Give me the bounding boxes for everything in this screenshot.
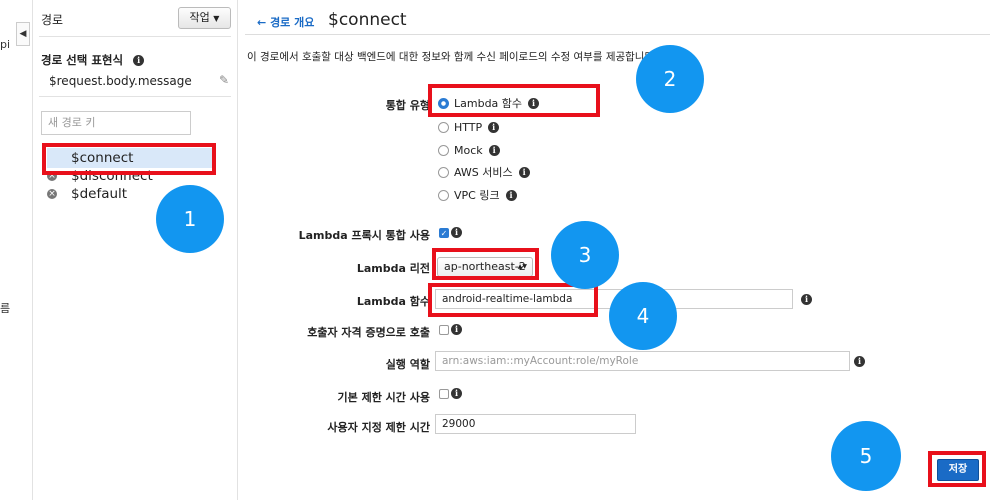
custom-timeout-input[interactable]: 29000 (435, 414, 636, 434)
sidebar-title: 경로 (41, 13, 64, 27)
integration-type-label: 통합 유형 (385, 99, 430, 112)
info-icon[interactable]: i (451, 388, 462, 399)
select-arrows-icon: ▲▼ (517, 263, 527, 270)
info-icon[interactable]: i (133, 55, 145, 66)
routes-sidebar: 경로 작업 ▼ 경로 선택 표현식 i $request.body.messag… (32, 0, 238, 500)
radio-button[interactable] (438, 189, 449, 201)
radio-http[interactable]: HTTP i (438, 119, 500, 135)
caret-down-icon: ▼ (213, 14, 220, 23)
route-item-default[interactable]: × $default (47, 184, 127, 204)
route-description: 이 경로에서 호출할 대상 백엔드에 대한 정보와 함께 수신 페이로드의 수정… (247, 51, 658, 63)
divider (39, 36, 231, 37)
lambda-region-label: Lambda 리전 (356, 262, 430, 275)
collapse-sidebar-button[interactable]: ◀ (16, 22, 30, 46)
route-detail-panel: ← 경로 개요 $connect 이 경로에서 호출할 대상 백엔드에 대한 정… (240, 0, 990, 500)
route-expression-value: $request.body.message (49, 74, 192, 88)
info-icon[interactable]: i (518, 166, 530, 178)
route-expression-label-text: 경로 선택 표현식 (41, 53, 124, 67)
info-icon[interactable]: i (528, 97, 540, 109)
radio-label: Lambda 함수 (454, 97, 523, 110)
remove-route-icon[interactable]: × (47, 171, 57, 181)
save-button[interactable]: 저장 (937, 459, 979, 481)
info-icon[interactable]: i (488, 121, 500, 133)
route-item-disconnect[interactable]: × $disconnect (47, 166, 153, 186)
radio-lambda-function[interactable]: Lambda 함수 i (438, 95, 540, 111)
left-panel-edge: pi 름 (0, 0, 16, 500)
info-icon[interactable]: i (505, 189, 517, 201)
info-icon[interactable]: i (451, 227, 462, 238)
lambda-proxy-label: Lambda 프록시 통합 사용 (298, 229, 430, 242)
radio-button[interactable] (438, 166, 449, 178)
arrow-left-icon: ← (257, 16, 267, 29)
radio-button[interactable] (438, 121, 449, 133)
actions-dropdown-button[interactable]: 작업 ▼ (178, 7, 231, 29)
caller-credentials-label: 호출자 자격 증명으로 호출 (307, 326, 430, 339)
radio-label: Mock (454, 143, 483, 157)
lambda-proxy-checkbox[interactable]: ✓ (439, 228, 449, 238)
new-route-key-input[interactable]: 새 경로 키 (41, 111, 191, 135)
info-icon[interactable]: i (488, 144, 500, 156)
left-panel-text-fragment: pi (0, 38, 11, 51)
default-timeout-label: 기본 제한 시간 사용 (337, 391, 430, 404)
route-label: $default (71, 186, 128, 202)
remove-route-icon[interactable]: × (47, 189, 57, 199)
custom-timeout-label: 사용자 지정 제한 시간 (327, 421, 430, 434)
pencil-edit-icon[interactable]: ✎ (219, 73, 229, 87)
radio-mock[interactable]: Mock i (438, 142, 500, 158)
caller-credentials-checkbox[interactable] (439, 325, 449, 335)
radio-vpc-link[interactable]: VPC 링크 i (438, 187, 517, 203)
radio-button-checked[interactable] (438, 97, 449, 109)
info-icon[interactable]: i (451, 324, 462, 335)
left-panel-text-fragment: 름 (0, 302, 11, 315)
radio-label: VPC 링크 (454, 189, 500, 202)
lambda-function-input[interactable]: android-realtime-lambda (435, 289, 793, 309)
info-icon[interactable]: i (801, 294, 812, 305)
chevron-left-icon: ◀ (19, 29, 27, 39)
actions-label: 작업 (189, 11, 210, 24)
divider (245, 34, 990, 35)
back-to-routes-link[interactable]: ← 경로 개요 (257, 14, 314, 30)
lambda-function-label: Lambda 함수 (356, 295, 430, 308)
info-icon[interactable]: i (854, 356, 865, 367)
default-timeout-checkbox[interactable] (439, 389, 449, 399)
route-label: $disconnect (71, 168, 153, 184)
back-link-label: 경로 개요 (270, 16, 315, 29)
page-title: $connect (328, 10, 407, 30)
selected-region: ap-northeast-2 (444, 260, 526, 273)
radio-label: HTTP (454, 120, 483, 134)
route-expression-label: 경로 선택 표현식 i (41, 52, 145, 68)
radio-aws-service[interactable]: AWS 서비스 i (438, 164, 530, 180)
execution-role-input[interactable]: arn:aws:iam::myAccount:role/myRole (435, 351, 850, 371)
route-item-connect[interactable]: $connect (71, 148, 133, 168)
lambda-region-select[interactable]: ap-northeast-2 ▲▼ (437, 257, 533, 277)
radio-label: AWS 서비스 (454, 166, 513, 179)
radio-button[interactable] (438, 144, 449, 156)
execution-role-label: 실행 역할 (385, 358, 430, 371)
divider (39, 96, 231, 97)
